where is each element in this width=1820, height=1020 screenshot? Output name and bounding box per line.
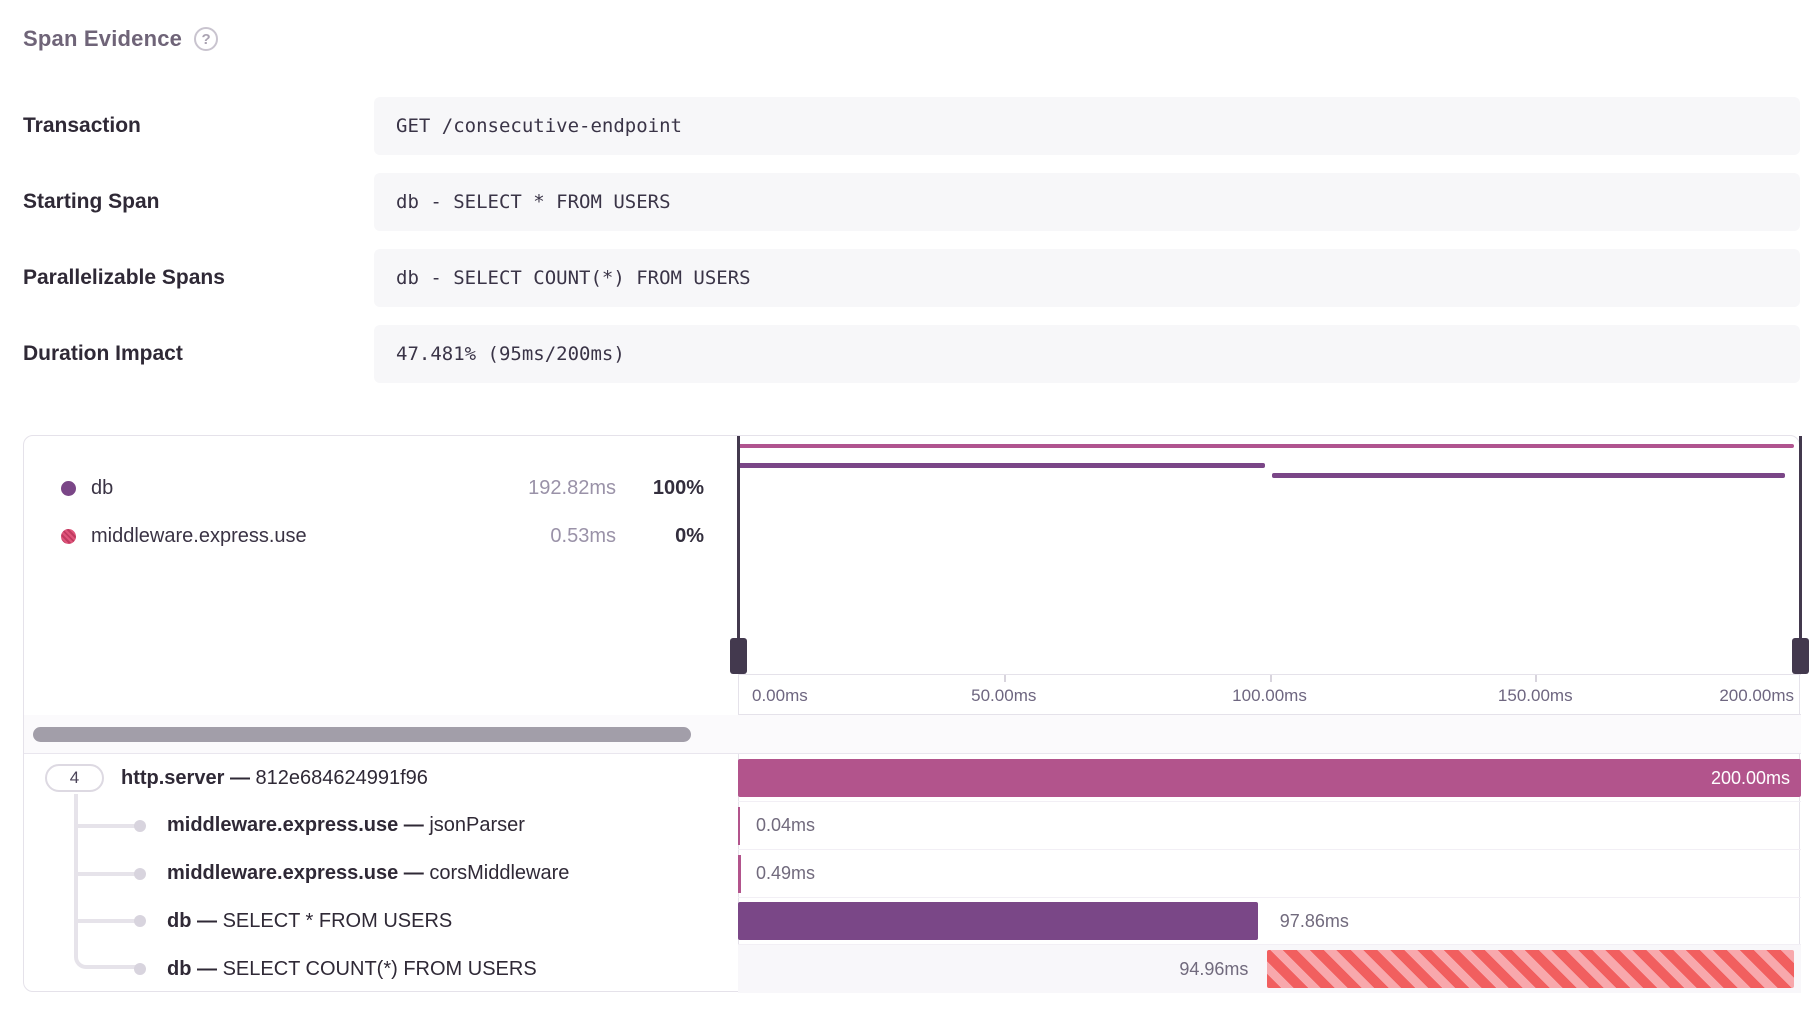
axis-label-0ms: 0.00ms bbox=[752, 686, 808, 706]
legend-duration: 192.82ms bbox=[486, 477, 616, 500]
axis-tick bbox=[1270, 675, 1272, 682]
span-row-http-server[interactable]: 4 http.server — 812e684624991f96 200.00m… bbox=[24, 754, 1801, 802]
axis-label-150ms: 150.00ms bbox=[1498, 686, 1573, 706]
duration-label: 97.86ms bbox=[1280, 897, 1349, 945]
span-description: SELECT * FROM USERS bbox=[223, 910, 453, 932]
field-row-transaction: Transaction GET /consecutive-endpoint bbox=[23, 97, 1800, 155]
span-title: db — SELECT COUNT(*) FROM USERS bbox=[167, 958, 537, 981]
duration-label: 200.00ms bbox=[1711, 768, 1790, 789]
span-separator: — bbox=[197, 910, 223, 932]
field-row-starting-span: Starting Span db - SELECT * FROM USERS bbox=[23, 173, 1800, 231]
page-title: Span Evidence bbox=[23, 26, 182, 52]
span-description: SELECT COUNT(*) FROM USERS bbox=[223, 958, 537, 980]
field-label: Transaction bbox=[23, 114, 374, 138]
duration-label: 0.49ms bbox=[756, 850, 815, 898]
parallelizable-spans-value: db - SELECT COUNT(*) FROM USERS bbox=[374, 249, 1800, 307]
legend-name: middleware.express.use bbox=[91, 525, 486, 548]
span-row-db-select[interactable]: db — SELECT * FROM USERS 97.86ms bbox=[24, 897, 1801, 945]
section-header: Span Evidence ? bbox=[23, 26, 218, 52]
span-waterfall-panel: db 192.82ms 100% middleware.express.use … bbox=[23, 435, 1800, 992]
legend-percent: 100% bbox=[616, 477, 704, 500]
span-description: corsMiddleware bbox=[429, 862, 569, 884]
span-separator: — bbox=[230, 767, 256, 789]
help-icon[interactable]: ? bbox=[194, 27, 218, 51]
span-title: middleware.express.use — jsonParser bbox=[167, 814, 525, 837]
legend-row-db[interactable]: db 192.82ms 100% bbox=[61, 464, 704, 512]
span-op: middleware.express.use bbox=[167, 862, 398, 884]
axis-label-50ms: 50.00ms bbox=[971, 686, 1036, 706]
minimap-right-handle-line bbox=[1799, 436, 1802, 642]
span-row-db-count[interactable]: db — SELECT COUNT(*) FROM USERS 94.96ms bbox=[24, 945, 1801, 993]
transaction-value: GET /consecutive-endpoint bbox=[374, 97, 1800, 155]
span-separator: — bbox=[404, 814, 430, 836]
span-row-corsmiddleware[interactable]: middleware.express.use — corsMiddleware … bbox=[24, 850, 1801, 898]
legend-row-middleware[interactable]: middleware.express.use 0.53ms 0% bbox=[61, 512, 704, 560]
axis-label-200ms: 200.00ms bbox=[1719, 686, 1794, 706]
tree-scrollbar-thumb[interactable] bbox=[33, 727, 691, 742]
span-op: http.server bbox=[121, 767, 224, 789]
field-label: Parallelizable Spans bbox=[23, 266, 374, 290]
minimap-left-handle[interactable] bbox=[730, 638, 747, 674]
span-op: db bbox=[167, 958, 191, 980]
trace-minimap[interactable] bbox=[738, 436, 1801, 674]
field-row-duration-impact: Duration Impact 47.481% (95ms/200ms) bbox=[23, 325, 1800, 383]
duration-bar-db-count-hatched[interactable] bbox=[1267, 950, 1794, 988]
minimap-legend: db 192.82ms 100% middleware.express.use … bbox=[61, 464, 704, 560]
span-title: http.server — 812e684624991f96 bbox=[121, 767, 428, 790]
axis-tick bbox=[1004, 675, 1006, 682]
field-label: Starting Span bbox=[23, 190, 374, 214]
duration-label: 94.96ms bbox=[1179, 945, 1248, 993]
span-description: 812e684624991f96 bbox=[256, 767, 428, 789]
duration-impact-value: 47.481% (95ms/200ms) bbox=[374, 325, 1800, 383]
legend-dot-middleware bbox=[61, 529, 76, 544]
legend-dot-db bbox=[61, 481, 76, 496]
legend-percent: 0% bbox=[616, 525, 704, 548]
duration-bar-db-select[interactable] bbox=[738, 902, 1258, 940]
span-separator: — bbox=[404, 862, 430, 884]
time-axis: 0.00ms 50.00ms 100.00ms 150.00ms 200.00m… bbox=[738, 674, 1801, 715]
legend-name: db bbox=[91, 477, 486, 500]
span-op: db bbox=[167, 910, 191, 932]
starting-span-value: db - SELECT * FROM USERS bbox=[374, 173, 1800, 231]
field-row-parallelizable-spans: Parallelizable Spans db - SELECT COUNT(*… bbox=[23, 249, 1800, 307]
minimap-right-handle[interactable] bbox=[1792, 638, 1809, 674]
tree-scrollbar-track bbox=[24, 715, 1801, 754]
axis-label-100ms: 100.00ms bbox=[1232, 686, 1307, 706]
span-separator: — bbox=[197, 958, 223, 980]
duration-label: 0.04ms bbox=[756, 802, 815, 850]
axis-tick bbox=[1535, 675, 1537, 682]
minimap-span-http-server bbox=[738, 444, 1794, 448]
duration-bar-http-server[interactable]: 200.00ms bbox=[738, 759, 1801, 797]
minimap-left-handle-line bbox=[737, 436, 740, 642]
duration-bar-jsonparser[interactable] bbox=[738, 807, 740, 845]
span-description: jsonParser bbox=[429, 814, 525, 836]
legend-duration: 0.53ms bbox=[486, 525, 616, 548]
span-title: middleware.express.use — corsMiddleware bbox=[167, 862, 569, 885]
minimap-span-db-1 bbox=[738, 463, 1265, 468]
span-row-jsonparser[interactable]: middleware.express.use — jsonParser 0.04… bbox=[24, 802, 1801, 850]
minimap-span-db-2 bbox=[1272, 473, 1785, 478]
span-op: middleware.express.use bbox=[167, 814, 398, 836]
span-evidence-page: Span Evidence ? Transaction GET /consecu… bbox=[0, 0, 1820, 1020]
span-title: db — SELECT * FROM USERS bbox=[167, 910, 452, 933]
field-label: Duration Impact bbox=[23, 342, 374, 366]
duration-bar-corsmiddleware[interactable] bbox=[738, 855, 741, 893]
